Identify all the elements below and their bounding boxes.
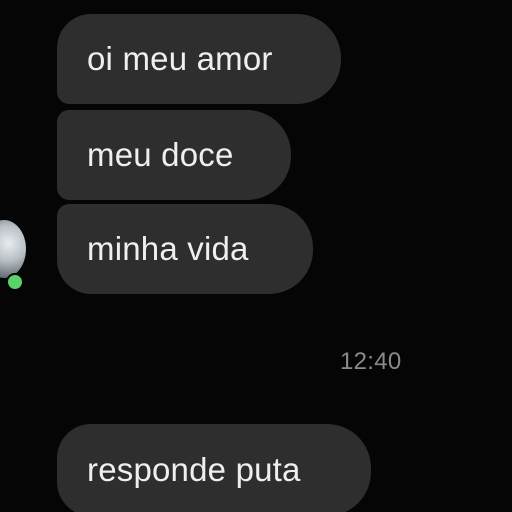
contact-avatar[interactable] bbox=[0, 220, 26, 278]
chat-screen: oi meu amor meu doce minha vida 12:40 re… bbox=[0, 0, 512, 512]
message-bubble[interactable]: minha vida bbox=[57, 204, 313, 294]
online-status-indicator bbox=[8, 275, 22, 289]
message-bubble[interactable]: responde puta bbox=[57, 424, 371, 512]
message-timestamp: 12:40 bbox=[340, 348, 402, 375]
message-bubble[interactable]: oi meu amor bbox=[57, 14, 341, 104]
message-bubble[interactable]: meu doce bbox=[57, 110, 291, 200]
